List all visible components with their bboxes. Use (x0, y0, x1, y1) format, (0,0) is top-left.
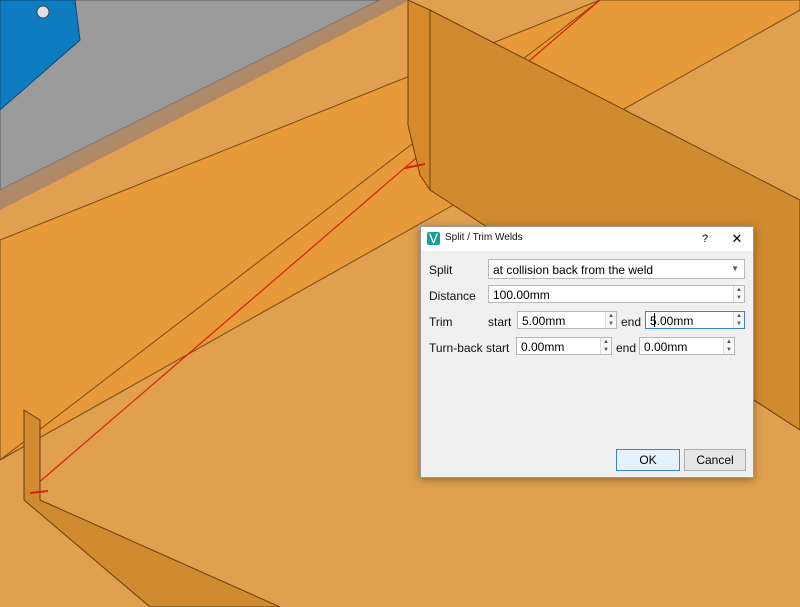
split-select[interactable]: at collision back from the weld ▼ (488, 259, 745, 279)
spin-down-icon[interactable]: ▼ (734, 320, 744, 328)
trim-label: Trim (429, 315, 453, 329)
spin-up-icon[interactable]: ▲ (606, 312, 616, 320)
trim-end-field[interactable]: 5.00mm ▲ ▼ (645, 311, 745, 329)
cancel-button[interactable]: Cancel (684, 449, 746, 471)
help-button[interactable]: ? (695, 229, 715, 249)
trim-end-spinner[interactable]: ▲ ▼ (733, 312, 744, 328)
spin-up-icon[interactable]: ▲ (734, 312, 744, 320)
distance-spinner[interactable]: ▲ ▼ (733, 286, 744, 302)
trim-start-field[interactable]: 5.00mm ▲ ▼ (517, 311, 617, 329)
spin-down-icon[interactable]: ▼ (606, 320, 616, 328)
close-button[interactable]: ✕ (727, 229, 747, 249)
turnback-end-value: 0.00mm (644, 340, 688, 354)
turnback-end-field[interactable]: 0.00mm ▲ ▼ (639, 337, 735, 355)
spin-up-icon[interactable]: ▲ (724, 338, 734, 346)
turnback-start-label: start (486, 341, 510, 355)
turnback-end-spinner[interactable]: ▲ ▼ (723, 338, 734, 354)
spin-up-icon[interactable]: ▲ (601, 338, 611, 346)
spin-down-icon[interactable]: ▼ (734, 294, 744, 302)
trim-start-spinner[interactable]: ▲ ▼ (605, 312, 616, 328)
turnback-end-label: end (616, 341, 637, 355)
ok-button[interactable]: OK (616, 449, 680, 471)
app-logo-icon: ⋁ (427, 232, 440, 245)
split-label: Split (429, 263, 453, 277)
spin-down-icon[interactable]: ▼ (601, 346, 611, 354)
dialog-titlebar[interactable]: ⋁ Split / Trim Welds ? ✕ (421, 227, 753, 251)
dialog-title: Split / Trim Welds (445, 232, 523, 243)
trim-start-label: start (488, 315, 512, 329)
turnback-start-spinner[interactable]: ▲ ▼ (600, 338, 611, 354)
spin-down-icon[interactable]: ▼ (724, 346, 734, 354)
distance-field[interactable]: 100.00mm ▲ ▼ (488, 285, 745, 303)
turnback-start-field[interactable]: 0.00mm ▲ ▼ (516, 337, 612, 355)
spin-up-icon[interactable]: ▲ (734, 286, 744, 294)
trim-start-value: 5.00mm (522, 314, 566, 328)
split-select-value: at collision back from the weld (493, 263, 654, 277)
turnback-start-value: 0.00mm (521, 340, 565, 354)
split-trim-welds-dialog: ⋁ Split / Trim Welds ? ✕ Split at collis… (420, 226, 754, 478)
text-caret (654, 313, 655, 327)
distance-label: Distance (429, 289, 476, 303)
distance-value: 100.00mm (493, 288, 550, 302)
trim-end-value: 5.00mm (650, 314, 694, 328)
chevron-down-icon: ▼ (731, 264, 739, 273)
turnback-label: Turn-back (429, 341, 483, 355)
trim-end-label: end (621, 315, 642, 329)
bolt (36, 5, 50, 19)
